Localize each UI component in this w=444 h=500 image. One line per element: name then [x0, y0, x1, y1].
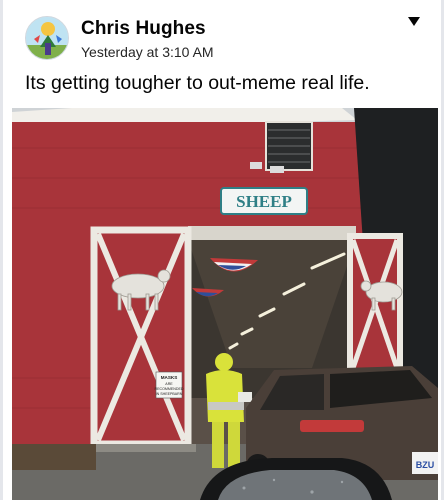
sheep-barn-photo: SHEEP MASKS ARE RECOMMENDED IN SHEEPBARN…	[12, 108, 438, 500]
chevron-down-icon	[408, 17, 420, 26]
post-text: Its getting tougher to out-meme real lif…	[25, 72, 370, 94]
post-timestamp[interactable]: Yesterday at 3:10 AM	[81, 44, 214, 60]
avatar-image	[26, 17, 68, 59]
post-photo[interactable]: SHEEP MASKS ARE RECOMMENDED IN SHEEPBARN…	[12, 108, 438, 500]
door-notice-line2: ARE	[165, 382, 173, 386]
door-notice-line3: RECOMMENDED	[155, 387, 184, 391]
door-notice-line1: MASKS	[161, 375, 178, 380]
author-name[interactable]: Chris Hughes	[81, 18, 206, 40]
license-plate: BZU	[416, 460, 435, 470]
barn-sign: SHEEP	[236, 192, 292, 211]
post-card: Chris Hughes Yesterday at 3:10 AM Its ge…	[0, 0, 444, 500]
post-menu-button[interactable]	[403, 12, 425, 30]
door-notice-line4: IN SHEEPBARN	[156, 392, 183, 396]
avatar[interactable]	[25, 16, 69, 60]
post-header: Chris Hughes Yesterday at 3:10 AM	[3, 0, 441, 64]
